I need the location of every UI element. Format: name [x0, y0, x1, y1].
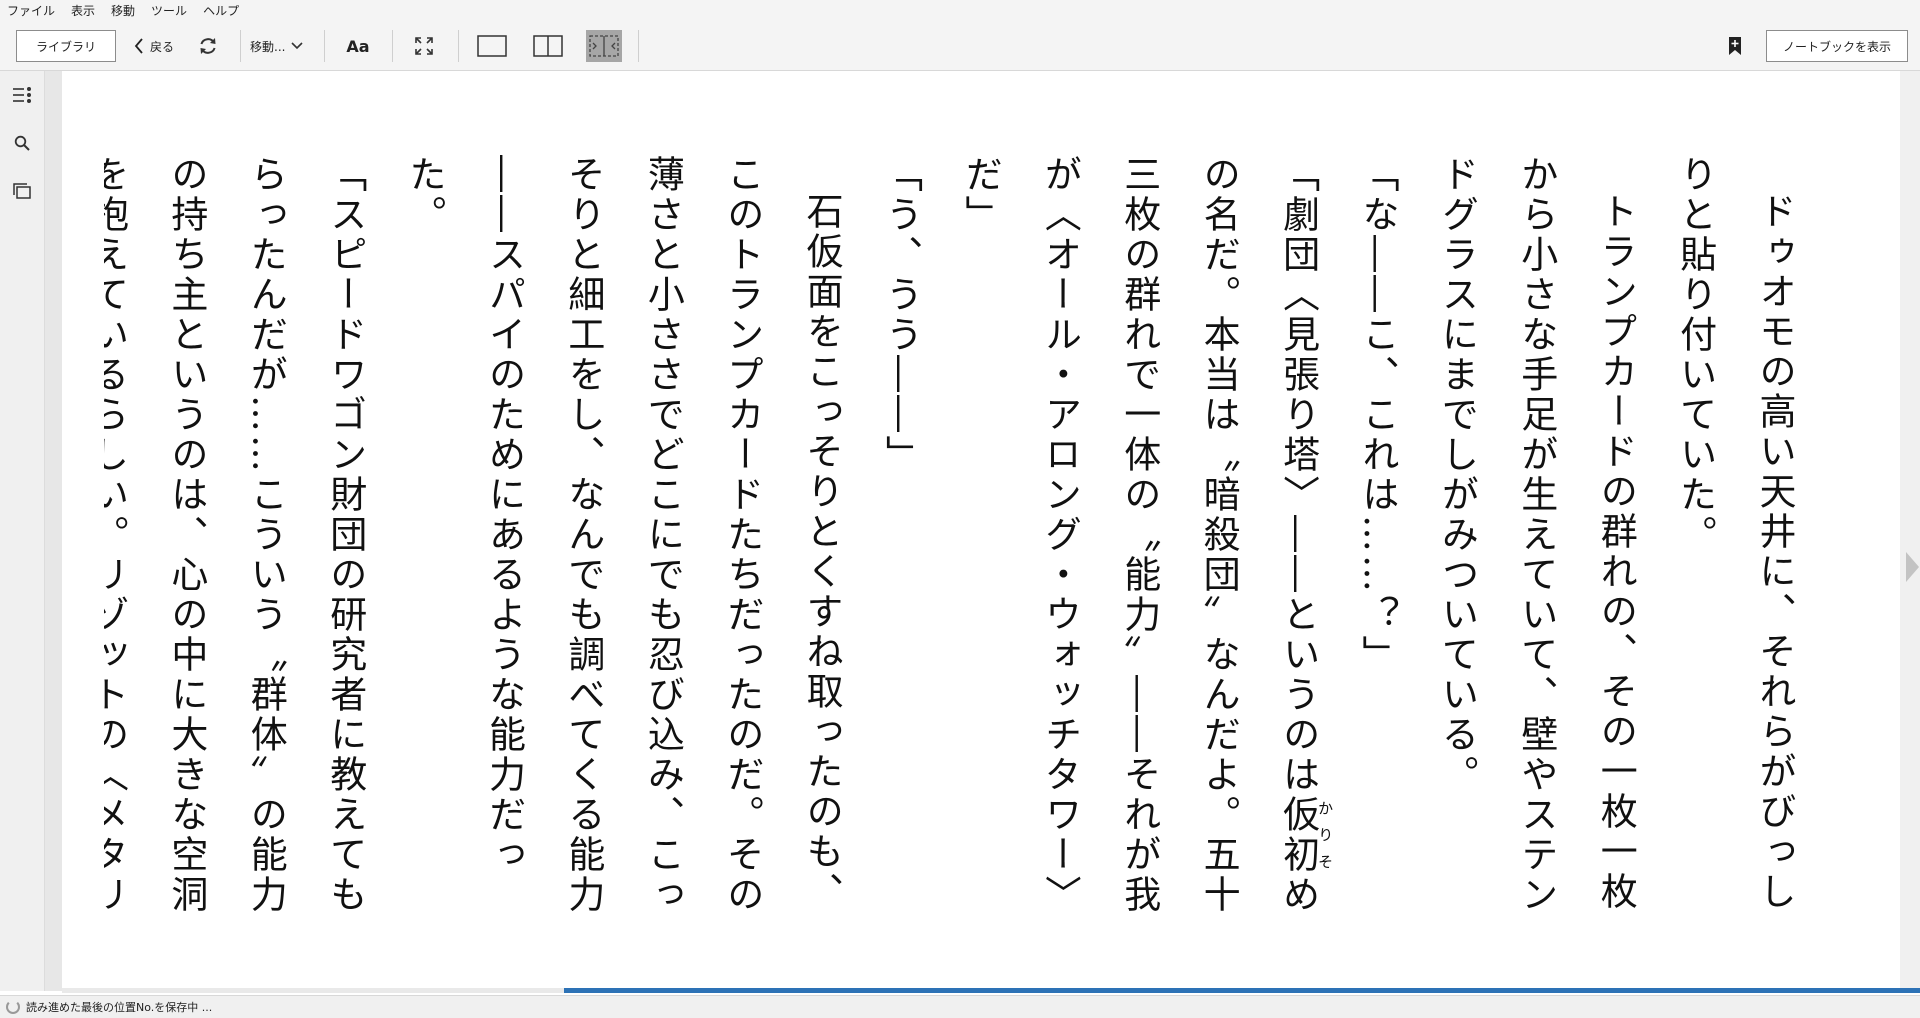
font-settings-button[interactable]: Aa — [340, 30, 376, 62]
two-page-view-button[interactable] — [530, 30, 566, 62]
menu-bar: ファイル 表示 移動 ツール ヘルプ — [0, 0, 1920, 22]
reading-progress-fill — [563, 988, 1920, 993]
menu-file[interactable]: ファイル — [0, 0, 63, 22]
toolbar-divider — [392, 30, 393, 62]
chevron-left-icon — [134, 38, 143, 54]
next-page-arrow-icon[interactable] — [1906, 552, 1919, 582]
back-button[interactable]: 戻る — [128, 30, 180, 62]
refresh-button[interactable] — [192, 30, 224, 62]
move-dropdown-label: 移動... — [250, 39, 286, 54]
spread-view-button[interactable] — [586, 30, 622, 62]
bookmark-button[interactable] — [1722, 30, 1748, 62]
furigana-word: 仮初かりそ — [1276, 795, 1335, 875]
toolbar-divider — [240, 30, 241, 62]
text-paragraph: 「な――こ、これは……？」 — [1355, 155, 1399, 675]
pages-icon — [13, 183, 31, 199]
single-page-icon — [477, 35, 507, 57]
right-edge — [1900, 71, 1920, 991]
reading-progress-bar[interactable] — [62, 988, 1920, 993]
page-gutter — [45, 71, 62, 991]
toolbar-divider — [638, 30, 639, 62]
library-button[interactable]: ライブラリ — [16, 30, 116, 62]
toolbar-divider — [458, 30, 459, 62]
text-paragraph: 「スピードワゴン財団の研究者に教えてもらったんだが……こういう〝群体〟の能力の持… — [104, 155, 367, 915]
text-paragraph: 「劇団〈見張り塔〉――というのは仮初かりそめの名だ。本当は〝暗殺団〟なんだよ。五… — [941, 155, 1338, 945]
toolbar: ライブラリ 戻る 移動... Aa ノートブックを表示 — [0, 22, 1920, 71]
menu-view[interactable]: 表示 — [63, 0, 103, 22]
loading-spinner-icon — [6, 1000, 20, 1014]
text-paragraph: 「う、うう――」 — [879, 155, 923, 475]
chevron-down-icon — [291, 42, 304, 50]
menu-help[interactable]: ヘルプ — [195, 0, 247, 22]
text-paragraph: ドゥオモの高い天井に、それらがびっしりと貼り付いていた。 — [1673, 155, 1796, 912]
furigana-reading: かりそ — [1316, 795, 1335, 875]
text-paragraph: 石仮面をこっそりとくすね取ったのも、このトランプカードたちだったのだ。その薄さと… — [403, 155, 844, 915]
show-notebook-button[interactable]: ノートブックを表示 — [1766, 30, 1908, 62]
back-button-label: 戻る — [150, 39, 175, 54]
move-dropdown[interactable]: 移動... — [250, 30, 304, 62]
paragraph-text-after: めの名だ。本当は〝暗殺団〟なんだよ。五十三枚の群れで一体の〝能力〟――それが我が… — [958, 155, 1320, 915]
search-icon — [14, 135, 30, 151]
two-page-icon — [533, 35, 563, 57]
fullscreen-icon — [415, 37, 433, 55]
text-paragraph: トランプカードの群れの、その一枚一枚から小さな手足が生えていて、壁やステンドグラ… — [1435, 155, 1638, 915]
spread-view-icon — [589, 35, 619, 57]
menu-tools[interactable]: ツール — [143, 0, 195, 22]
menu-navigate[interactable]: 移動 — [103, 0, 143, 22]
toc-icon — [13, 87, 32, 103]
status-bar: 読み進めた最後の位置No.を保存中 ... — [0, 995, 1920, 1018]
toolbar-divider — [324, 30, 325, 62]
refresh-icon — [200, 38, 216, 54]
paragraph-text-before: 「劇団〈見張り塔〉――というのは — [1276, 155, 1320, 795]
toc-button[interactable] — [8, 81, 36, 109]
page-text: ドゥオモの高い天井に、それらがびっしりと貼り付いていた。 トランプカードの群れの、… — [104, 155, 1814, 945]
left-sidebar — [0, 71, 45, 991]
bookmark-add-icon — [1729, 37, 1741, 55]
fullscreen-button[interactable] — [408, 30, 440, 62]
search-button[interactable] — [8, 129, 36, 157]
status-message: 読み進めた最後の位置No.を保存中 ... — [26, 1001, 213, 1014]
single-page-view-button[interactable] — [474, 30, 510, 62]
page-list-button[interactable] — [8, 177, 36, 205]
